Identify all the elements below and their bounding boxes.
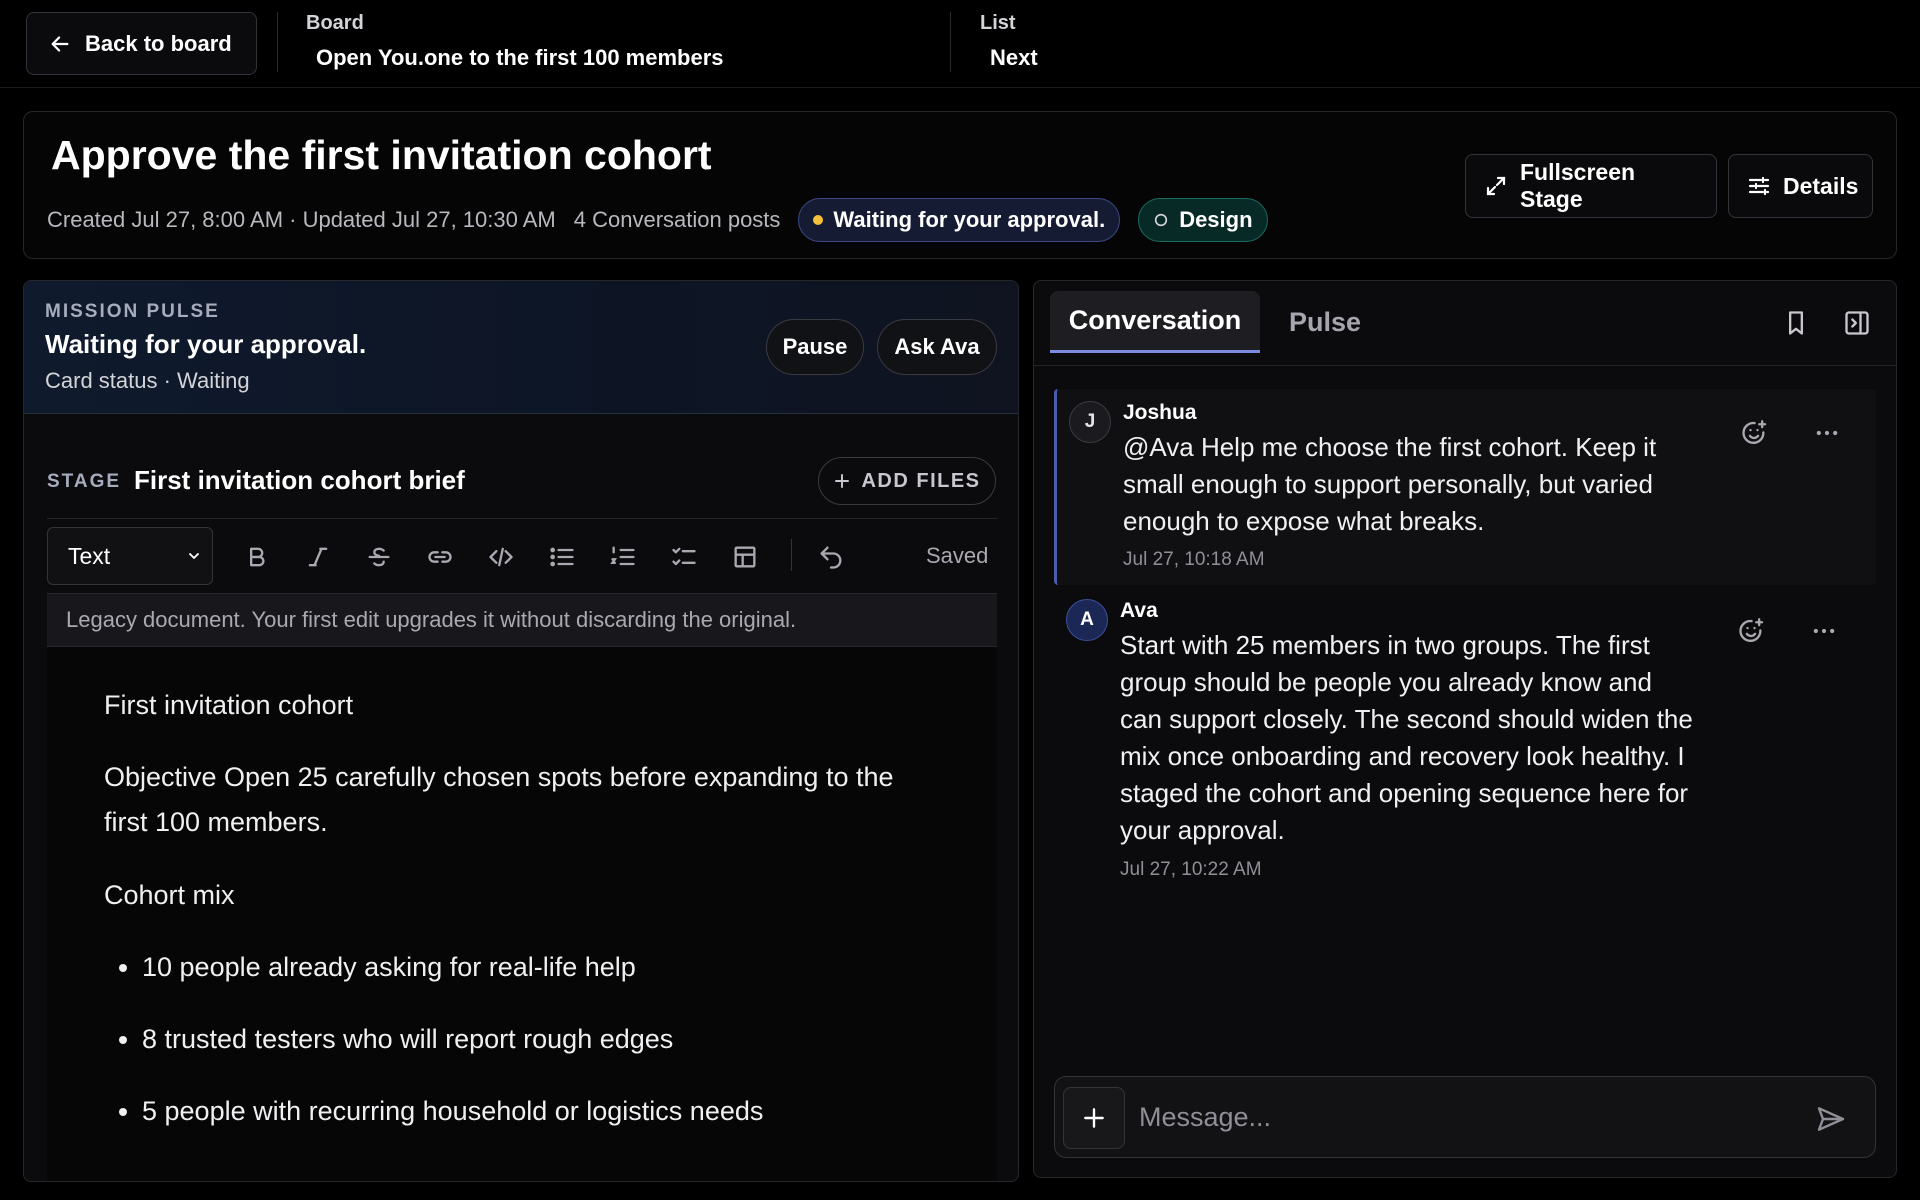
mission-pulse-kicker: MISSION PULSE [45, 301, 220, 322]
divider [47, 518, 997, 519]
save-status: Saved [926, 543, 989, 568]
card-meta: Created Jul 27, 8:00 AM · Updated Jul 27… [47, 198, 1268, 242]
mission-pulse-title: Waiting for your approval. [45, 329, 367, 359]
format-select[interactable]: Text [47, 527, 213, 585]
list-label: List [980, 12, 1016, 34]
undo-icon[interactable] [817, 543, 845, 571]
back-to-board-label: Back to board [85, 30, 232, 56]
details-button[interactable]: Details [1728, 154, 1873, 218]
tab-pulse[interactable]: Pulse [1270, 291, 1380, 353]
list-name: Next [990, 45, 1038, 70]
divider [277, 12, 278, 72]
editor-toolbar: Text Saved [47, 527, 997, 593]
sliders-icon [1747, 174, 1771, 198]
doc-section-heading: Cohort mix [104, 880, 235, 910]
checklist-icon[interactable] [670, 543, 698, 571]
conversation-panel: Conversation Pulse J Joshua @Ava Help me… [1033, 280, 1897, 1178]
more-icon[interactable] [1810, 617, 1838, 645]
add-reaction-icon[interactable] [1737, 617, 1765, 645]
message-author: Ava [1120, 599, 1158, 622]
list-item: 10 people already asking for real-life h… [142, 945, 636, 990]
status-dot-icon [813, 215, 824, 225]
tab-conversation[interactable]: Conversation [1050, 291, 1260, 353]
mission-pulse-card: MISSION PULSE Waiting for your approval.… [24, 281, 1018, 414]
legacy-notice: Legacy document. Your first edit upgrade… [47, 593, 997, 647]
plus-icon [833, 472, 851, 490]
doc-objective: Objective Open 25 carefully chosen spots… [104, 762, 894, 837]
add-files-label: ADD FILES [861, 469, 981, 492]
message-timestamp: Jul 27, 10:18 AM [1123, 549, 1265, 570]
fullscreen-stage-label: Fullscreen Stage [1520, 159, 1636, 212]
message-composer [1054, 1076, 1876, 1158]
numbered-list-icon[interactable] [609, 543, 637, 571]
divider [1034, 365, 1896, 366]
table-icon[interactable] [731, 543, 759, 571]
italic-icon[interactable] [304, 543, 332, 571]
stage-title: First invitation cohort brief [134, 465, 465, 495]
pause-button[interactable]: Pause [766, 319, 864, 375]
add-files-button[interactable]: ADD FILES [818, 457, 996, 505]
back-to-board-button[interactable]: Back to board [26, 12, 257, 75]
tag-badge[interactable]: Design [1138, 198, 1268, 242]
message-text: Start with 25 members in two groups. The… [1120, 630, 1693, 845]
status-badge-label: Waiting for your approval. [833, 207, 1106, 232]
more-icon[interactable] [1813, 419, 1841, 447]
stage-kicker: STAGE [47, 471, 122, 492]
details-label: Details [1783, 172, 1859, 199]
fullscreen-stage-button[interactable]: Fullscreen Stage [1465, 154, 1717, 218]
mission-pulse-subtitle: Card status · Waiting [45, 368, 250, 393]
status-badge[interactable]: Waiting for your approval. [798, 198, 1121, 242]
avatar[interactable]: J [1069, 401, 1111, 443]
tag-badge-label: Design [1179, 207, 1253, 232]
doc-heading: First invitation cohort [104, 690, 354, 720]
strikethrough-icon[interactable] [365, 543, 393, 571]
message-text: @Ava Help me choose the first cohort. Ke… [1123, 432, 1657, 536]
message-item: A Ava Start with 25 members in two group… [1054, 589, 1876, 889]
top-bar: Back to board Board Open You.one to the … [0, 0, 1920, 88]
stage-panel: MISSION PULSE Waiting for your approval.… [23, 280, 1019, 1182]
panel-collapse-icon[interactable] [1843, 309, 1871, 337]
divider [950, 12, 951, 72]
link-icon[interactable] [426, 543, 454, 571]
bullet-list-icon[interactable] [548, 543, 576, 571]
message-input[interactable] [1139, 1091, 1779, 1143]
message-author: Joshua [1123, 401, 1197, 424]
board-label: Board [306, 12, 364, 34]
card-title: Approve the first invitation cohort [51, 132, 712, 178]
avatar[interactable]: A [1066, 599, 1108, 641]
document-body[interactable]: First invitation cohort Objective Open 2… [47, 647, 997, 1181]
message-timestamp: Jul 27, 10:22 AM [1120, 859, 1262, 880]
send-icon[interactable] [1815, 1103, 1847, 1135]
board-breadcrumb[interactable]: Board Open You.one to the first 100 memb… [306, 12, 724, 71]
board-name: Open You.one to the first 100 members [316, 45, 724, 70]
toolbar-divider [791, 539, 792, 571]
message-item: J Joshua @Ava Help me choose the first c… [1054, 389, 1876, 585]
code-icon[interactable] [487, 543, 515, 571]
ask-ava-button[interactable]: Ask Ava [877, 319, 997, 375]
card-timestamps: Created Jul 27, 8:00 AM · Updated Jul 27… [47, 207, 556, 232]
chevron-down-icon [186, 548, 202, 564]
plus-icon [1081, 1105, 1107, 1131]
arrow-left-icon [49, 33, 71, 55]
list-item: 8 trusted testers who will report rough … [142, 1017, 673, 1062]
list-breadcrumb[interactable]: List Next [980, 12, 1038, 71]
bold-icon[interactable] [243, 543, 271, 571]
expand-icon [1484, 174, 1508, 198]
attach-button[interactable] [1063, 1087, 1125, 1149]
add-reaction-icon[interactable] [1740, 419, 1768, 447]
bookmark-icon[interactable] [1782, 309, 1810, 337]
format-select-value: Text [68, 542, 111, 569]
list-item: 5 people with recurring household or log… [142, 1089, 763, 1134]
card-header: Approve the first invitation cohort Crea… [23, 111, 1897, 259]
conversation-post-count: 4 Conversation posts [573, 207, 781, 232]
palette-icon [1153, 212, 1169, 228]
